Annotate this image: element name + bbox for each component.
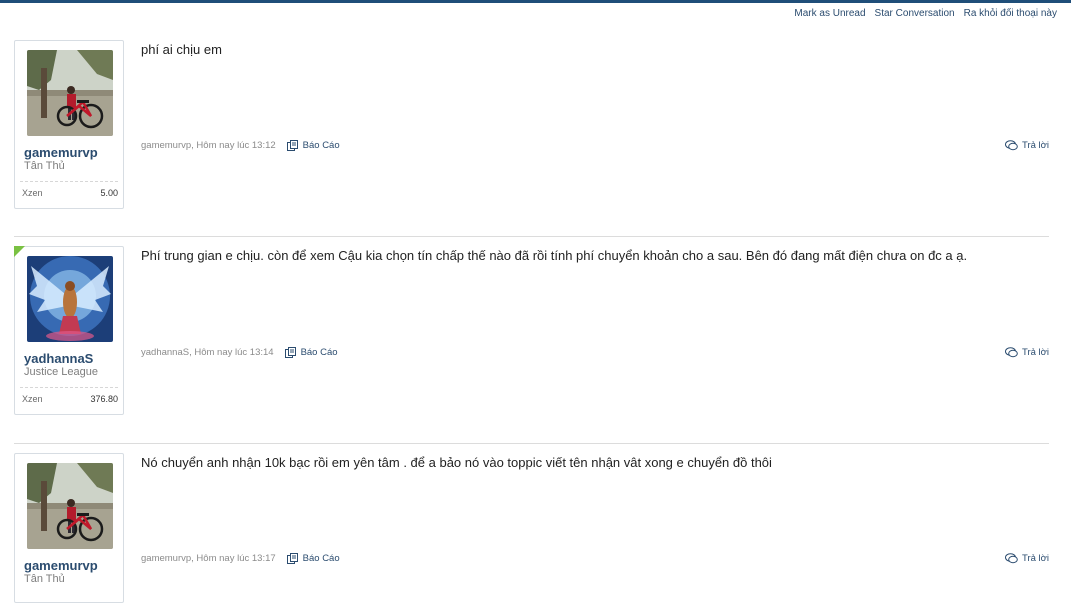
reply-label: Trả lời [1022,347,1049,358]
message-text: Nó chuyển anh nhận 10k bạc rồi em yên tâ… [141,455,772,470]
username-link[interactable]: gamemurvp [24,558,98,573]
message-author-date[interactable]: yadhannaS, Hôm nay lúc 13:14 [141,347,274,358]
report-icon [284,347,296,358]
username-link[interactable]: gamemurvp [24,145,98,160]
stat-value: 5.00 [100,188,118,198]
avatar[interactable] [27,50,113,136]
avatar[interactable] [27,463,113,549]
user-stat: Xzen 376.80 [20,387,118,408]
user-card: gamemurvp Tân Thủ Xzen 5.00 [14,40,124,209]
message-text: Phí trung gian e chịu. còn để xem Cậu ki… [141,248,968,263]
stat-label: Xzen [22,188,43,198]
message-author-date[interactable]: gamemurvp, Hôm nay lúc 13:17 [141,553,276,564]
user-stat: Xzen 5.00 [20,181,118,202]
report-link[interactable]: Báo Cáo [286,553,340,564]
avatar[interactable] [27,256,113,342]
report-label: Báo Cáo [302,140,340,151]
report-label: Báo Cáo [302,553,340,564]
header-rule [0,0,1071,3]
reply-label: Trả lời [1022,140,1049,151]
reply-link[interactable]: Trả lời [1005,347,1049,358]
star-conversation-link[interactable]: Star Conversation [875,8,955,19]
message-author-date[interactable]: gamemurvp, Hôm nay lúc 13:12 [141,140,276,151]
reply-icon [1005,347,1018,358]
message-meta: yadhannaS, Hôm nay lúc 13:14 Báo Cáo [141,347,338,358]
user-title: Justice League [24,366,98,378]
reply-label: Trả lời [1022,553,1049,564]
reply-link[interactable]: Trả lời [1005,140,1049,151]
report-link[interactable]: Báo Cáo [284,347,338,358]
username-link[interactable]: yadhannaS [24,351,93,366]
report-icon [286,140,298,151]
staff-badge [14,246,25,257]
user-card: yadhannaS Justice League Xzen 376.80 [14,246,124,415]
user-title: Tân Thủ [24,573,65,585]
message-meta: gamemurvp, Hôm nay lúc 13:12 Báo Cáo [141,140,340,151]
report-label: Báo Cáo [300,347,338,358]
stat-value: 376.80 [90,394,118,404]
message-item: gamemurvp Tân Thủ Nó chuyển anh nhận 10k… [14,453,1049,603]
stat-label: Xzen [22,394,43,404]
user-title: Tân Thủ [24,160,65,172]
reply-link[interactable]: Trả lời [1005,553,1049,564]
mark-unread-link[interactable]: Mark as Unread [794,8,865,19]
message-item: gamemurvp Tân Thủ Xzen 5.00 phí ai chịu … [14,40,1049,237]
reply-icon [1005,140,1018,151]
leave-conversation-link[interactable]: Ra khỏi đối thoại này [964,8,1057,19]
user-card: gamemurvp Tân Thủ [14,453,124,603]
message-meta: gamemurvp, Hôm nay lúc 13:17 Báo Cáo [141,553,340,564]
conversation-actions: Mark as Unread Star Conversation Ra khỏi… [794,8,1057,19]
reply-icon [1005,553,1018,564]
report-icon [286,553,298,564]
report-link[interactable]: Báo Cáo [286,140,340,151]
message-item: yadhannaS Justice League Xzen 376.80 Phí… [14,246,1049,444]
message-text: phí ai chịu em [141,42,222,57]
